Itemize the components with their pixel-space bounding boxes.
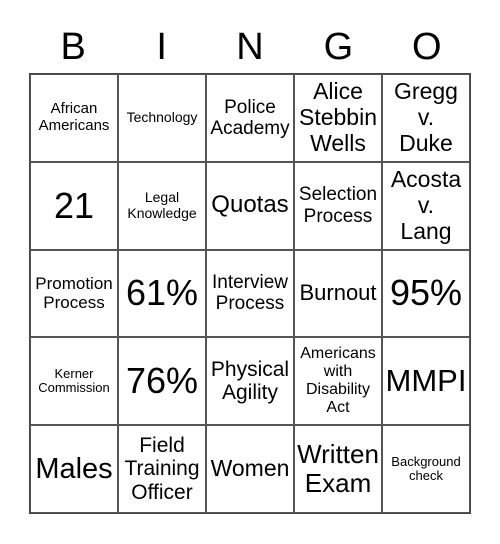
bingo-cell[interactable]: Background check bbox=[382, 425, 470, 513]
bingo-cell[interactable]: Selection Process bbox=[294, 161, 382, 250]
bingo-cell[interactable]: Women bbox=[206, 425, 294, 513]
bingo-cell[interactable]: African Americans bbox=[30, 74, 118, 162]
header-letter-n: N bbox=[236, 26, 264, 68]
bingo-cell[interactable]: Physical Agility bbox=[206, 337, 294, 426]
bingo-cell[interactable]: MMPI bbox=[382, 337, 470, 426]
bingo-cell[interactable]: Burnout bbox=[294, 249, 382, 338]
header-letter-o: O bbox=[412, 26, 442, 68]
bingo-cell[interactable]: Technology bbox=[118, 74, 206, 162]
bingo-cell[interactable]: Written Exam bbox=[294, 425, 382, 513]
bingo-header: B I N G O bbox=[29, 22, 471, 72]
bingo-cell[interactable]: Kerner Commission bbox=[30, 337, 118, 426]
bingo-cell[interactable]: 61% bbox=[118, 249, 206, 338]
bingo-cell[interactable]: 21 bbox=[30, 161, 118, 250]
bingo-grid: African Americans Technology Police Acad… bbox=[29, 73, 471, 514]
bingo-cell[interactable]: Quotas bbox=[206, 161, 294, 250]
bingo-cell[interactable]: Legal Knowledge bbox=[118, 161, 206, 250]
bingo-cell[interactable]: Promotion Process bbox=[30, 249, 118, 338]
header-letter-g: G bbox=[323, 26, 354, 68]
bingo-cell[interactable]: 95% bbox=[382, 249, 470, 338]
bingo-cell[interactable]: 76% bbox=[118, 337, 206, 426]
bingo-cell[interactable]: Gregg v. Duke bbox=[382, 74, 470, 162]
header-letter-i: I bbox=[156, 26, 167, 68]
header-letter-b: B bbox=[60, 26, 86, 68]
bingo-cell[interactable]: Acosta v. Lang bbox=[382, 161, 470, 250]
bingo-cell[interactable]: Interview Process bbox=[206, 249, 294, 338]
bingo-cell[interactable]: Field Training Officer bbox=[118, 425, 206, 513]
bingo-cell[interactable]: Alice Stebbin Wells bbox=[294, 74, 382, 162]
bingo-cell[interactable]: Males bbox=[30, 425, 118, 513]
bingo-cell[interactable]: Americans with Disability Act bbox=[294, 337, 382, 426]
bingo-cell[interactable]: Police Academy bbox=[206, 74, 294, 162]
